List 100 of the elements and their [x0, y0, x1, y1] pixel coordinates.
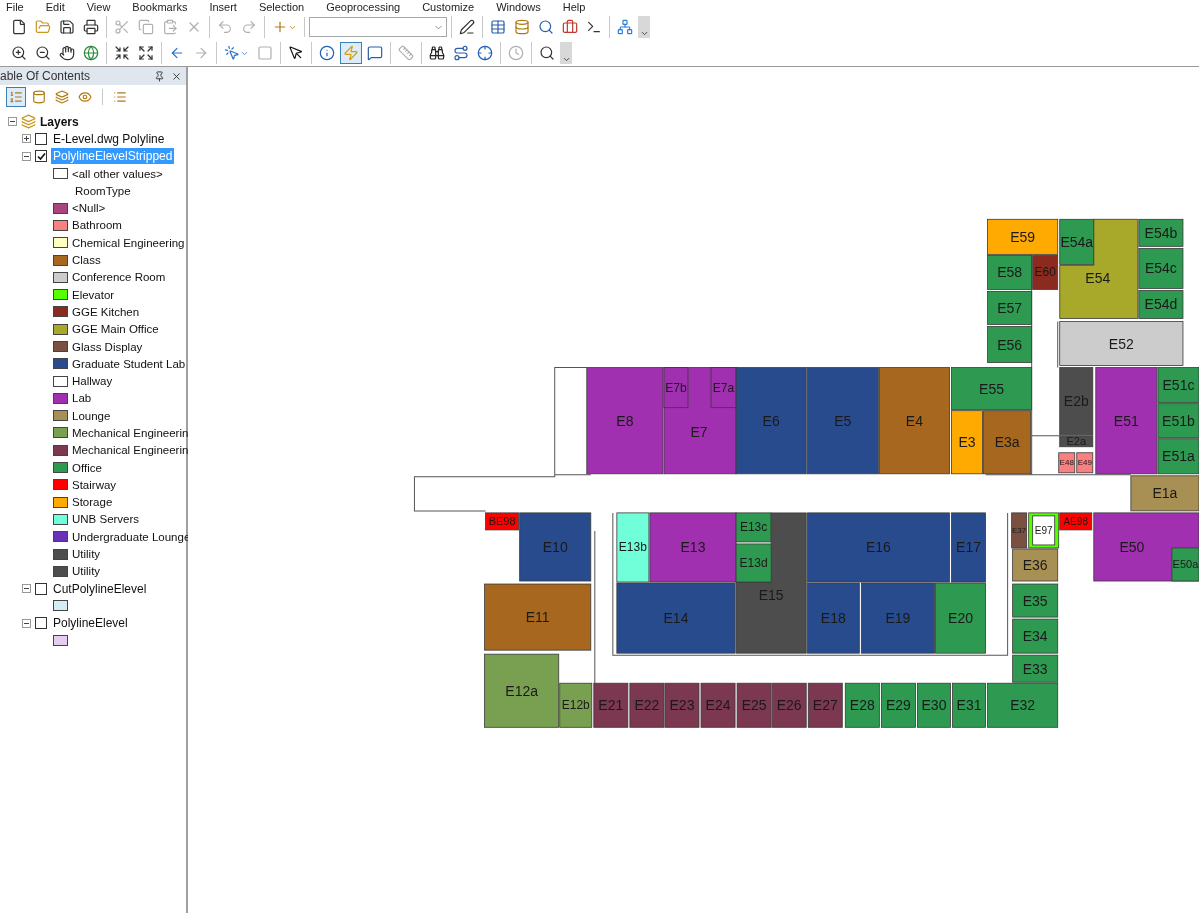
- room-label: E28: [849, 697, 875, 714]
- room-label: E50a: [1172, 558, 1199, 571]
- menu-item[interactable]: Windows: [496, 0, 541, 14]
- room-label: E14: [663, 610, 689, 627]
- room-label: E18: [820, 610, 846, 627]
- room-label: E49: [1077, 458, 1092, 468]
- select-icon: [224, 45, 240, 61]
- database-icon: [514, 19, 530, 35]
- legend-label: Class: [72, 254, 101, 266]
- zoom-in-icon: [11, 45, 27, 61]
- collapse-icon[interactable]: [22, 618, 31, 628]
- collapse-icon[interactable]: [8, 117, 17, 127]
- legend-heading: RoomType: [75, 184, 131, 197]
- pin-icon[interactable]: [154, 70, 165, 82]
- room-label: E54d: [1144, 296, 1178, 313]
- room-label: E36: [1022, 557, 1048, 573]
- undo-icon: [217, 19, 233, 35]
- room-label: E10: [542, 538, 568, 555]
- room-label: E30: [921, 697, 947, 714]
- magnifier-icon: [539, 45, 555, 61]
- menu-item[interactable]: Selection: [258, 0, 305, 14]
- legend-label: GGE Kitchen: [72, 305, 140, 318]
- checkbox[interactable]: [35, 582, 47, 595]
- folder-icon: [35, 19, 51, 35]
- legend-label: Stairway: [72, 478, 117, 491]
- room-label: E54a: [1060, 233, 1094, 250]
- room-label: E19: [885, 610, 911, 627]
- pointer-icon: [288, 45, 304, 61]
- room-label: E5: [834, 412, 852, 429]
- scissors-icon: [114, 19, 130, 35]
- room-label: E13: [680, 539, 706, 556]
- document-icon: [11, 19, 27, 35]
- room-label: BE98: [488, 515, 516, 528]
- legend-label: Utility: [72, 548, 101, 561]
- room-label: E13c: [739, 520, 768, 535]
- legend-label: Utility: [72, 565, 101, 578]
- legend-label: Conference Room: [72, 271, 166, 284]
- room-label: E55: [979, 380, 1005, 397]
- menu-item[interactable]: Customize: [422, 0, 475, 14]
- view-button[interactable]: [6, 87, 26, 107]
- clipboard-icon: [162, 19, 178, 35]
- room-label: E25: [741, 697, 767, 714]
- room-label: E48: [1059, 458, 1074, 468]
- chevron-down-icon: [561, 55, 571, 64]
- close-icon[interactable]: [171, 70, 182, 82]
- room-label: E1a: [1152, 485, 1178, 502]
- legend-label: Mechanical Engineerin: [72, 427, 189, 439]
- legend-label: Chemical Engineering: [72, 236, 185, 249]
- room-label: E26: [776, 697, 802, 714]
- menu-item[interactable]: Edit: [45, 0, 65, 14]
- menu-item[interactable]: File: [6, 0, 24, 14]
- room-label: E7: [690, 423, 708, 440]
- room-label: E32: [1010, 697, 1036, 714]
- room-label: E60: [1034, 265, 1056, 280]
- expand-icon[interactable]: [22, 134, 31, 144]
- legend-label: Storage: [72, 496, 113, 509]
- room-label: AE98: [1063, 515, 1088, 527]
- tree-label[interactable]: Layers: [40, 114, 79, 129]
- menu-item[interactable]: Insert: [209, 0, 237, 14]
- arrows-inward-icon: [114, 45, 130, 61]
- copy-icon: [138, 19, 154, 35]
- layer-name[interactable]: CutPolylineElevel: [51, 580, 149, 597]
- room-label: E51c: [1162, 377, 1195, 394]
- legend-label: UNB Servers: [72, 513, 140, 526]
- ruler-icon: [398, 45, 414, 61]
- printer-icon: [83, 19, 99, 35]
- menu-item[interactable]: Geoprocessing: [326, 0, 401, 14]
- list-icon: [113, 90, 127, 104]
- room-label: E97: [1034, 524, 1053, 536]
- room-label: E27: [812, 697, 838, 714]
- menu-item[interactable]: Bookmarks: [132, 0, 188, 14]
- room-label: E58: [997, 264, 1023, 281]
- legend-label: Bathroom: [72, 219, 122, 232]
- collapse-icon[interactable]: [22, 584, 31, 594]
- room-label: E51: [1113, 412, 1139, 429]
- binoculars-icon: [429, 45, 445, 61]
- room-label: E21: [598, 697, 624, 714]
- table-icon: [490, 19, 506, 35]
- room-label: E51b: [1162, 412, 1195, 429]
- arrows-outward-icon: [138, 45, 154, 61]
- diagram-icon: [617, 19, 633, 35]
- layer-name[interactable]: PolylineElevel: [51, 615, 130, 632]
- checkbox[interactable]: [35, 132, 47, 145]
- room-label: E12a: [505, 682, 539, 699]
- checkbox[interactable]: [35, 150, 47, 163]
- layer-name[interactable]: E-Level.dwg Polyline: [51, 130, 167, 147]
- checkbox[interactable]: [35, 617, 47, 630]
- crosshair-icon: [477, 45, 493, 61]
- room-label: E52: [1108, 335, 1134, 352]
- collapse-icon[interactable]: [22, 151, 31, 161]
- room-label: E24: [705, 697, 731, 714]
- room-label: E54b: [1144, 224, 1178, 241]
- legend-label: Office: [72, 461, 102, 474]
- layers-icon: [55, 90, 69, 104]
- room-label: E33: [1022, 660, 1048, 677]
- menu-item[interactable]: Help: [562, 0, 586, 14]
- redo-icon: [241, 19, 257, 35]
- room-label: E54c: [1144, 260, 1177, 277]
- legend-label: <Null>: [72, 202, 106, 215]
- menu-item[interactable]: View: [86, 0, 111, 14]
